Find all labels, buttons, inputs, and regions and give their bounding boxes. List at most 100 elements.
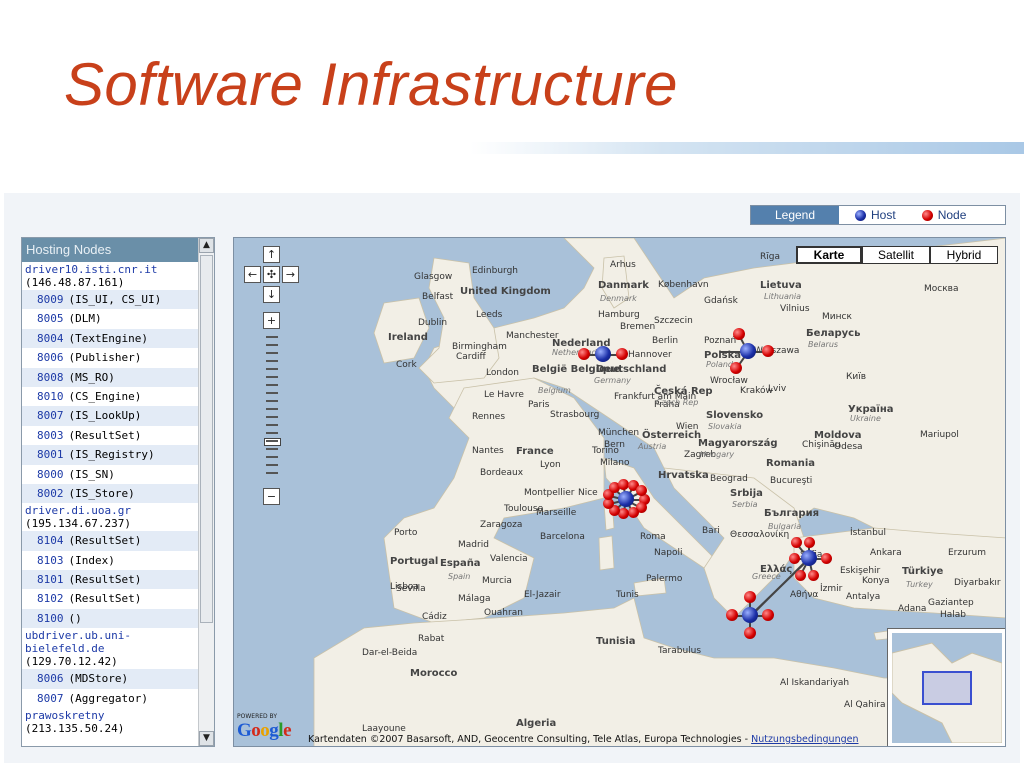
arrow-up-icon[interactable]: ▲ [199, 238, 214, 253]
node-marker[interactable] [635, 485, 647, 497]
node-row[interactable]: 8001 (IS_Registry) [22, 445, 198, 465]
node-port[interactable]: 8005 [37, 312, 64, 325]
city-label: Diyarbakır [954, 578, 1001, 588]
node-row[interactable]: 8103 (Index) [22, 551, 198, 570]
node-port[interactable]: 8104 [37, 534, 64, 547]
host-name[interactable]: prawoskretny [25, 709, 195, 722]
terms-link[interactable]: Nutzungsbedingungen [751, 734, 858, 745]
map-view[interactable]: Glasgow Edinburgh Belfast Leeds Dublin Manche… [233, 237, 1006, 747]
map-type-karte[interactable]: Karte [796, 246, 862, 264]
node-port[interactable]: 8102 [37, 592, 64, 605]
node-port[interactable]: 8002 [37, 487, 64, 500]
host-marker[interactable] [801, 550, 817, 566]
node-row[interactable]: 8101 (ResultSet) [22, 570, 198, 590]
city-label: Edinburgh [472, 266, 518, 276]
city-label: Rennes [472, 412, 506, 422]
node-port[interactable]: 8100 [37, 612, 64, 625]
node-port[interactable]: 8006 [37, 351, 64, 364]
scrollbar[interactable]: ▲ ▼ [198, 238, 214, 746]
host-name[interactable]: driver.di.uoa.gr [25, 504, 195, 517]
host-entry[interactable]: prawoskretny (213.135.50.24) [22, 708, 198, 737]
node-port[interactable]: 8004 [37, 332, 64, 345]
arrow-down-icon[interactable]: ▼ [199, 731, 214, 746]
node-row[interactable]: 8004 (TextEngine) [22, 328, 198, 349]
node-marker[interactable] [578, 348, 590, 360]
node-marker[interactable] [733, 328, 745, 340]
node-port[interactable]: 8009 [37, 293, 64, 306]
city-label: Rīga [760, 252, 780, 262]
node-service: (ResultSet) [68, 573, 142, 587]
pan-up-icon[interactable]: ↑ [263, 246, 280, 263]
node-marker[interactable] [762, 609, 774, 621]
node-marker[interactable] [794, 569, 806, 581]
host-name[interactable]: ubdriver.ub.uni-bielefeld.de [25, 629, 195, 655]
node-port[interactable]: 8103 [37, 554, 64, 567]
node-row[interactable]: 8008 (MS_RO) [22, 367, 198, 387]
node-row[interactable]: 8007 (Aggregator) [22, 689, 198, 708]
node-marker[interactable] [803, 536, 815, 548]
country-label: België Belgique [532, 364, 621, 375]
node-row[interactable]: 8003 (ResultSet) [22, 426, 198, 445]
node-port[interactable]: 8007 [37, 692, 64, 705]
node-row[interactable]: 8009 (IS_UI, CS_UI) [22, 290, 198, 310]
host-entry[interactable]: ubdriver.ub.uni-bielefeld.de (129.70.12.4… [22, 628, 198, 670]
node-marker[interactable] [820, 552, 832, 564]
country-label: Romania [766, 458, 816, 469]
host-entry[interactable]: driver.di.uoa.gr (195.134.67.237) [22, 503, 198, 532]
node-marker[interactable] [730, 362, 742, 374]
node-marker[interactable] [762, 345, 774, 357]
city-label: Nantes [472, 446, 504, 456]
node-port[interactable]: 8001 [37, 448, 64, 461]
node-port[interactable]: 8000 [37, 468, 64, 481]
node-row[interactable]: 8006 (MDStore) [22, 669, 198, 689]
city-label: Минск [822, 312, 852, 322]
node-service: () [68, 611, 82, 625]
host-marker[interactable] [595, 346, 611, 362]
node-row[interactable]: 8100 () [22, 608, 198, 629]
zoom-slider[interactable] [264, 334, 281, 484]
node-row[interactable]: 8102 (ResultSet) [22, 589, 198, 608]
pan-center-icon[interactable]: ✣ [263, 266, 280, 283]
host-entry[interactable]: driver10.isti.cnr.it (146.48.87.161) [22, 262, 198, 290]
node-row[interactable]: 8007 (IS_LookUp) [22, 406, 198, 426]
node-row[interactable]: 8002 (IS_Store) [22, 483, 198, 504]
node-row[interactable]: 8005 (DLM) [22, 309, 198, 328]
legend-node: Node [921, 208, 966, 222]
host-marker[interactable] [742, 607, 758, 623]
node-marker[interactable] [788, 552, 800, 564]
zoom-out-icon[interactable]: − [263, 488, 280, 505]
zoom-in-icon[interactable]: + [263, 312, 280, 329]
pan-right-icon[interactable]: → [282, 266, 299, 283]
node-marker[interactable] [726, 609, 738, 621]
city-label: Laayoune [362, 724, 406, 734]
node-marker[interactable] [744, 627, 756, 639]
overview-map[interactable] [887, 628, 1005, 746]
pan-left-icon[interactable]: ← [244, 266, 261, 283]
node-port[interactable]: 8008 [37, 371, 64, 384]
google-logo: Google [237, 720, 291, 741]
host-name[interactable]: driver10.isti.cnr.it [25, 263, 195, 276]
map-type-satellit[interactable]: Satellit [862, 246, 930, 264]
host-marker[interactable] [618, 491, 634, 507]
node-marker[interactable] [744, 591, 756, 603]
node-marker[interactable] [807, 569, 819, 581]
node-marker[interactable] [790, 536, 802, 548]
node-row[interactable]: 8006 (Publisher) [22, 348, 198, 367]
node-row[interactable]: 8104 (ResultSet) [22, 531, 198, 551]
node-port[interactable]: 8010 [37, 390, 64, 403]
pan-down-icon[interactable]: ↓ [263, 286, 280, 303]
city-label: London [486, 368, 519, 378]
city-label: Mariupol [920, 430, 959, 440]
node-port[interactable]: 8101 [37, 573, 64, 586]
scroll-thumb[interactable] [200, 255, 213, 623]
node-port[interactable]: 8006 [37, 672, 64, 685]
node-row[interactable]: 8000 (IS_SN) [22, 465, 198, 484]
node-row[interactable]: 8010 (CS_Engine) [22, 387, 198, 406]
node-port[interactable]: 8007 [37, 409, 64, 422]
node-port[interactable]: 8003 [37, 429, 64, 442]
overview-viewport-box[interactable] [922, 671, 972, 705]
node-marker[interactable] [616, 348, 628, 360]
city-label: Berlin [652, 336, 679, 346]
map-type-hybrid[interactable]: Hybrid [930, 246, 998, 264]
host-marker[interactable] [740, 343, 756, 359]
